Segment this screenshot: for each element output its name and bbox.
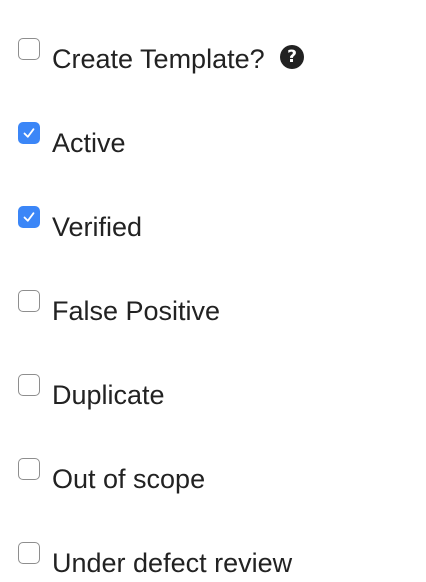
active-label[interactable]: Active	[52, 127, 126, 159]
under-defect-review-label[interactable]: Under defect review	[52, 547, 292, 579]
checkmark-icon	[23, 212, 35, 222]
out-of-scope-option[interactable]: Out of scope	[0, 458, 426, 498]
false-positive-checkbox[interactable]	[18, 290, 40, 312]
false-positive-label[interactable]: False Positive	[52, 295, 220, 327]
verified-label[interactable]: Verified	[52, 211, 142, 243]
under-defect-review-checkbox[interactable]	[18, 542, 40, 564]
verified-option[interactable]: Verified	[0, 206, 426, 246]
duplicate-label[interactable]: Duplicate	[52, 379, 165, 411]
under-defect-review-option[interactable]: Under defect review	[0, 542, 426, 582]
create-template-checkbox[interactable]	[18, 38, 40, 60]
active-checkbox[interactable]	[18, 122, 40, 144]
false-positive-option[interactable]: False Positive	[0, 290, 426, 330]
create-template-option[interactable]: Create Template? ?	[0, 38, 426, 78]
out-of-scope-checkbox[interactable]	[18, 458, 40, 480]
duplicate-checkbox[interactable]	[18, 374, 40, 396]
question-circle-icon[interactable]: ?	[280, 45, 304, 69]
duplicate-option[interactable]: Duplicate	[0, 374, 426, 414]
create-template-label[interactable]: Create Template?	[52, 43, 265, 75]
checkbox-list: Create Template? ? Active Verified False…	[0, 0, 426, 580]
out-of-scope-label[interactable]: Out of scope	[52, 463, 205, 495]
verified-checkbox[interactable]	[18, 206, 40, 228]
checkmark-icon	[23, 128, 35, 138]
active-option[interactable]: Active	[0, 122, 426, 162]
